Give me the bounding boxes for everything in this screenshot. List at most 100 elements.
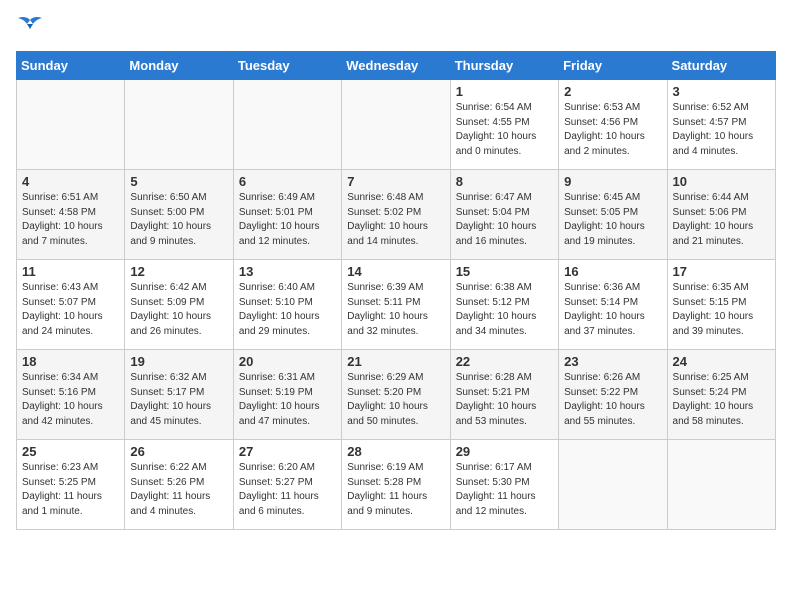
day-info: Sunrise: 6:35 AMSunset: 5:15 PMDaylight:… <box>673 281 770 339</box>
day-info: Sunrise: 6:45 AMSunset: 5:05 PMDaylight:… <box>564 191 661 249</box>
day-info: Sunrise: 6:54 AMSunset: 4:55 PMDaylight:… <box>456 101 553 159</box>
day-info: Sunrise: 6:31 AMSunset: 5:19 PMDaylight:… <box>239 371 336 429</box>
calendar-cell: 28 Sunrise: 6:19 AMSunset: 5:28 PMDayligh… <box>342 440 450 530</box>
day-number: 24 <box>673 354 770 369</box>
day-info: Sunrise: 6:22 AMSunset: 5:26 PMDaylight:… <box>130 461 227 519</box>
calendar-cell <box>233 80 341 170</box>
calendar-cell: 22 Sunrise: 6:28 AMSunset: 5:21 PMDayligh… <box>450 350 558 440</box>
day-info: Sunrise: 6:36 AMSunset: 5:14 PMDaylight:… <box>564 281 661 339</box>
day-number: 1 <box>456 84 553 99</box>
calendar-cell: 21Sunrise: 6:29 AMSunset: 5:20 PMDayligh… <box>342 350 450 440</box>
day-number: 9 <box>564 174 661 189</box>
day-info: Sunrise: 6:38 AMSunset: 5:12 PMDaylight:… <box>456 281 553 339</box>
calendar-cell: 13 Sunrise: 6:40 AMSunset: 5:10 PMDayligh… <box>233 260 341 350</box>
day-info: Sunrise: 6:32 AMSunset: 5:17 PMDaylight:… <box>130 371 227 429</box>
day-info: Sunrise: 6:44 AMSunset: 5:06 PMDaylight:… <box>673 191 770 249</box>
day-info: Sunrise: 6:47 AMSunset: 5:04 PMDaylight:… <box>456 191 553 249</box>
day-number: 14 <box>347 264 444 279</box>
day-info: Sunrise: 6:51 AMSunset: 4:58 PMDaylight:… <box>22 191 119 249</box>
calendar-cell <box>559 440 667 530</box>
day-info: Sunrise: 6:25 AMSunset: 5:24 PMDaylight:… <box>673 371 770 429</box>
calendar-cell: 18 Sunrise: 6:34 AMSunset: 5:16 PMDayligh… <box>17 350 125 440</box>
day-number: 2 <box>564 84 661 99</box>
day-info: Sunrise: 6:48 AMSunset: 5:02 PMDaylight:… <box>347 191 444 249</box>
calendar-cell: 6Sunrise: 6:49 AMSunset: 5:01 PMDaylight… <box>233 170 341 260</box>
calendar-cell <box>667 440 775 530</box>
day-number: 17 <box>673 264 770 279</box>
calendar-table: SundayMondayTuesdayWednesdayThursdayFrid… <box>16 51 776 530</box>
calendar-cell: 27 Sunrise: 6:20 AMSunset: 5:27 PMDayligh… <box>233 440 341 530</box>
day-info: Sunrise: 6:42 AMSunset: 5:09 PMDaylight:… <box>130 281 227 339</box>
day-of-week-header: Saturday <box>667 52 775 80</box>
day-number: 3 <box>673 84 770 99</box>
day-info: Sunrise: 6:52 AMSunset: 4:57 PMDaylight:… <box>673 101 770 159</box>
calendar-cell: 15 Sunrise: 6:38 AMSunset: 5:12 PMDayligh… <box>450 260 558 350</box>
day-info: Sunrise: 6:43 AMSunset: 5:07 PMDaylight:… <box>22 281 119 339</box>
calendar-cell: 12 Sunrise: 6:42 AMSunset: 5:09 PMDayligh… <box>125 260 233 350</box>
calendar-week-row: 1 Sunrise: 6:54 AMSunset: 4:55 PMDaylight… <box>17 80 776 170</box>
day-number: 19 <box>130 354 227 369</box>
day-number: 23 <box>564 354 661 369</box>
day-info: Sunrise: 6:23 AMSunset: 5:25 PMDaylight:… <box>22 461 119 519</box>
calendar-cell: 7 Sunrise: 6:48 AMSunset: 5:02 PMDaylight… <box>342 170 450 260</box>
calendar-week-row: 4 Sunrise: 6:51 AMSunset: 4:58 PMDaylight… <box>17 170 776 260</box>
logo-icon <box>16 16 44 43</box>
day-number: 13 <box>239 264 336 279</box>
day-info: Sunrise: 6:17 AMSunset: 5:30 PMDaylight:… <box>456 461 553 519</box>
day-number: 28 <box>347 444 444 459</box>
calendar-cell: 16 Sunrise: 6:36 AMSunset: 5:14 PMDayligh… <box>559 260 667 350</box>
day-number: 6 <box>239 174 336 189</box>
day-of-week-header: Tuesday <box>233 52 341 80</box>
calendar-week-row: 18 Sunrise: 6:34 AMSunset: 5:16 PMDayligh… <box>17 350 776 440</box>
calendar-cell: 1 Sunrise: 6:54 AMSunset: 4:55 PMDaylight… <box>450 80 558 170</box>
calendar-cell: 11 Sunrise: 6:43 AMSunset: 5:07 PMDayligh… <box>17 260 125 350</box>
day-number: 15 <box>456 264 553 279</box>
day-number: 5 <box>130 174 227 189</box>
calendar-cell: 4 Sunrise: 6:51 AMSunset: 4:58 PMDaylight… <box>17 170 125 260</box>
day-number: 26 <box>130 444 227 459</box>
calendar-cell: 17 Sunrise: 6:35 AMSunset: 5:15 PMDayligh… <box>667 260 775 350</box>
day-info: Sunrise: 6:20 AMSunset: 5:27 PMDaylight:… <box>239 461 336 519</box>
day-of-week-header: Sunday <box>17 52 125 80</box>
calendar-cell: 2 Sunrise: 6:53 AMSunset: 4:56 PMDaylight… <box>559 80 667 170</box>
day-number: 10 <box>673 174 770 189</box>
day-number: 25 <box>22 444 119 459</box>
calendar-cell: 25 Sunrise: 6:23 AMSunset: 5:25 PMDayligh… <box>17 440 125 530</box>
calendar-cell: 26 Sunrise: 6:22 AMSunset: 5:26 PMDayligh… <box>125 440 233 530</box>
day-number: 29 <box>456 444 553 459</box>
calendar-cell: 5 Sunrise: 6:50 AMSunset: 5:00 PMDaylight… <box>125 170 233 260</box>
day-info: Sunrise: 6:26 AMSunset: 5:22 PMDaylight:… <box>564 371 661 429</box>
day-of-week-header: Monday <box>125 52 233 80</box>
day-info: Sunrise: 6:39 AMSunset: 5:11 PMDaylight:… <box>347 281 444 339</box>
calendar-cell: 23 Sunrise: 6:26 AMSunset: 5:22 PMDayligh… <box>559 350 667 440</box>
day-info: Sunrise: 6:28 AMSunset: 5:21 PMDaylight:… <box>456 371 553 429</box>
day-number: 20 <box>239 354 336 369</box>
day-number: 11 <box>22 264 119 279</box>
day-number: 7 <box>347 174 444 189</box>
day-number: 16 <box>564 264 661 279</box>
calendar-header-row: SundayMondayTuesdayWednesdayThursdayFrid… <box>17 52 776 80</box>
day-info: Sunrise: 6:53 AMSunset: 4:56 PMDaylight:… <box>564 101 661 159</box>
day-number: 4 <box>22 174 119 189</box>
day-of-week-header: Thursday <box>450 52 558 80</box>
day-number: 21 <box>347 354 444 369</box>
calendar-cell: 24 Sunrise: 6:25 AMSunset: 5:24 PMDayligh… <box>667 350 775 440</box>
day-number: 18 <box>22 354 119 369</box>
calendar-cell <box>342 80 450 170</box>
calendar-week-row: 11 Sunrise: 6:43 AMSunset: 5:07 PMDayligh… <box>17 260 776 350</box>
calendar-cell: 14 Sunrise: 6:39 AMSunset: 5:11 PMDayligh… <box>342 260 450 350</box>
day-info: Sunrise: 6:19 AMSunset: 5:28 PMDaylight:… <box>347 461 444 519</box>
calendar-cell: 8Sunrise: 6:47 AMSunset: 5:04 PMDaylight… <box>450 170 558 260</box>
day-number: 27 <box>239 444 336 459</box>
day-number: 22 <box>456 354 553 369</box>
day-of-week-header: Friday <box>559 52 667 80</box>
calendar-cell <box>125 80 233 170</box>
day-number: 12 <box>130 264 227 279</box>
day-info: Sunrise: 6:50 AMSunset: 5:00 PMDaylight:… <box>130 191 227 249</box>
day-info: Sunrise: 6:40 AMSunset: 5:10 PMDaylight:… <box>239 281 336 339</box>
calendar-cell: 29 Sunrise: 6:17 AMSunset: 5:30 PMDayligh… <box>450 440 558 530</box>
calendar-cell: 9 Sunrise: 6:45 AMSunset: 5:05 PMDaylight… <box>559 170 667 260</box>
day-of-week-header: Wednesday <box>342 52 450 80</box>
logo <box>16 16 48 43</box>
day-info: Sunrise: 6:34 AMSunset: 5:16 PMDaylight:… <box>22 371 119 429</box>
